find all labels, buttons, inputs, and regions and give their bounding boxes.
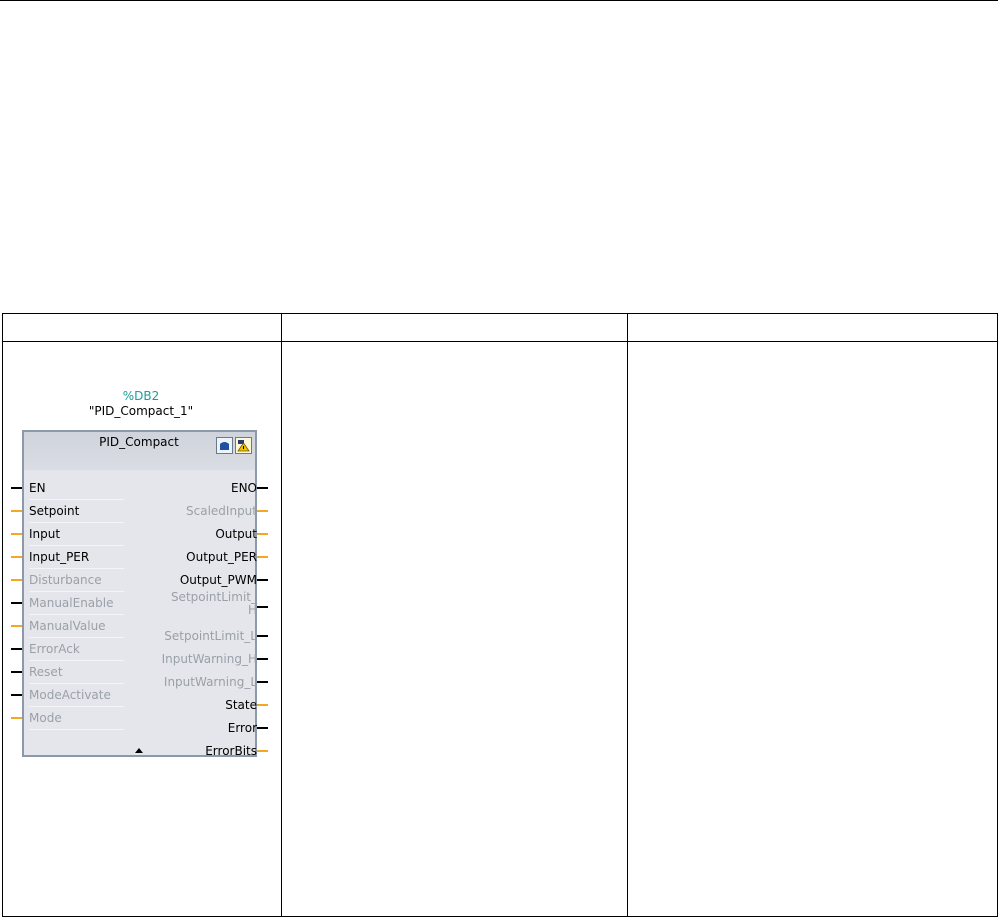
pin-separator: [29, 637, 124, 638]
input-pin-line[interactable]: [11, 579, 22, 581]
warning-icon[interactable]: [235, 437, 252, 454]
output-pin-label: Error: [227, 721, 257, 735]
pin-separator: [29, 729, 124, 730]
output-pin-label: ScaledInput: [186, 504, 257, 518]
database-icon[interactable]: [216, 437, 233, 454]
pin-separator: [29, 706, 124, 707]
input-pin-line[interactable]: [11, 671, 22, 673]
input-pin-label: ManualValue: [29, 619, 106, 633]
input-pin-label: Disturbance: [29, 573, 102, 587]
input-pin-label: Setpoint: [29, 504, 80, 518]
output-pin-label: Output_PWM: [179, 573, 257, 587]
output-pin-line[interactable]: [257, 658, 268, 660]
output-pin-label-line: SetpointLimit_: [170, 590, 257, 604]
document-table: %DB2 "PID_Compact_1" PID_Compact EN Setp…: [2, 313, 998, 917]
output-pin-line[interactable]: [257, 750, 268, 752]
input-pin-label: EN: [29, 481, 46, 495]
block-type-name: PID_Compact: [99, 435, 179, 449]
output-pin-label: InputWarning_L: [163, 675, 257, 689]
output-pin-label: Output: [215, 527, 257, 541]
output-pin-line[interactable]: [257, 487, 268, 489]
input-pin-label: Mode: [29, 711, 62, 725]
output-pin-line[interactable]: [257, 556, 268, 558]
input-pin-label: ModeActivate: [29, 688, 111, 702]
pin-separator: [29, 614, 124, 615]
output-pin-line[interactable]: [257, 510, 268, 512]
top-rule: [0, 0, 998, 1]
output-pin-label: Output_PER: [186, 550, 257, 564]
output-pin-line[interactable]: [257, 579, 268, 581]
pid-compact-figure: %DB2 "PID_Compact_1" PID_Compact EN Setp…: [3, 342, 281, 762]
instance-db-number: %DB2: [122, 389, 160, 403]
input-pin-label: ManualEnable: [29, 596, 114, 610]
block-header: PID_Compact: [24, 432, 255, 470]
input-pin-line[interactable]: [11, 717, 22, 719]
output-pin-label-line: H: [247, 603, 257, 617]
output-pin-line[interactable]: [257, 635, 268, 637]
input-pin-line[interactable]: [11, 648, 22, 650]
input-pin-label: Input: [29, 527, 61, 541]
input-pin-line[interactable]: [11, 533, 22, 535]
header-cell-3: [627, 313, 998, 342]
output-pin-line[interactable]: [257, 681, 268, 683]
input-pin-line[interactable]: [11, 694, 22, 696]
output-pin-label: InputWarning_H: [161, 652, 257, 666]
pin-separator: [29, 591, 124, 592]
output-pin-line[interactable]: [257, 533, 268, 535]
output-pin-line[interactable]: [257, 727, 268, 729]
output-pin-line[interactable]: [257, 704, 268, 706]
pin-separator: [29, 568, 124, 569]
table-body-row: %DB2 "PID_Compact_1" PID_Compact EN Setp…: [2, 341, 998, 917]
input-pin-line[interactable]: [11, 510, 22, 512]
input-pin-line[interactable]: [11, 625, 22, 627]
description-cell: [281, 341, 628, 917]
table-header-row: [2, 313, 998, 342]
output-pin-label: SetpointLimit_L: [164, 629, 257, 643]
input-pin-label: Reset: [29, 665, 63, 679]
input-pin-label: Input_PER: [29, 550, 90, 564]
output-pin-label: ENO: [230, 481, 257, 495]
pin-separator: [29, 545, 124, 546]
pin-separator: [29, 660, 124, 661]
pin-separator: [29, 683, 124, 684]
output-pin-label: State: [225, 698, 257, 712]
pin-separator: [29, 499, 124, 500]
expand-collapse-arrow-icon[interactable]: [135, 748, 143, 753]
output-pin-label: ErrorBits: [205, 744, 257, 758]
input-pin-line[interactable]: [11, 602, 22, 604]
header-cell-2: [281, 313, 628, 342]
notes-cell: [627, 341, 998, 917]
figure-cell: %DB2 "PID_Compact_1" PID_Compact EN Setp…: [2, 341, 282, 917]
output-pin-line[interactable]: [257, 606, 268, 608]
header-cell-1: [2, 313, 282, 342]
pin-separator: [29, 522, 124, 523]
input-pin-line[interactable]: [11, 487, 22, 489]
instance-db-name: "PID_Compact_1": [88, 404, 194, 418]
input-pin-line[interactable]: [11, 556, 22, 558]
output-pin-label: SetpointLimit_ H: [137, 591, 257, 617]
input-pin-label: ErrorAck: [29, 642, 80, 656]
